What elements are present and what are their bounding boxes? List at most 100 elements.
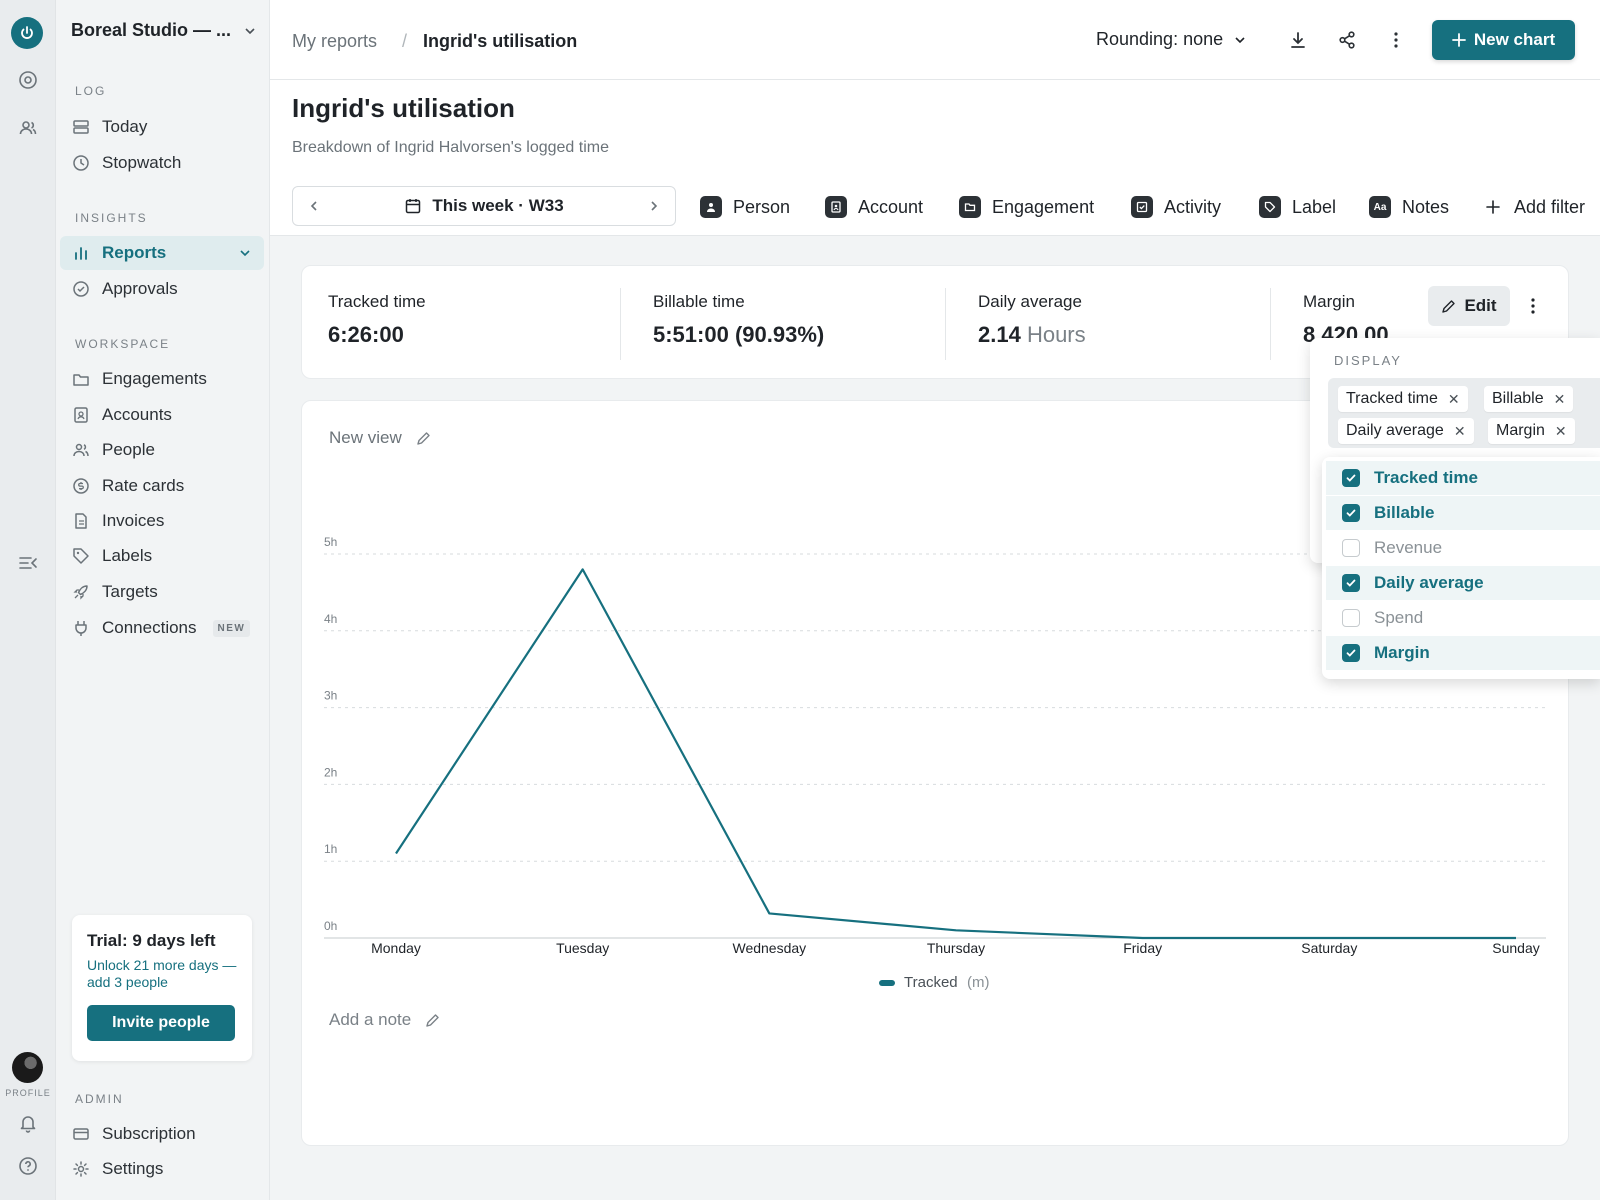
invite-people-button[interactable]: Invite people <box>87 1005 235 1041</box>
chip-billable[interactable]: Billable ✕ <box>1484 386 1574 412</box>
rocket-icon <box>72 583 90 601</box>
credit-card-icon <box>72 1125 90 1143</box>
close-icon[interactable]: ✕ <box>1454 423 1466 440</box>
selected-metrics-chips[interactable]: Tracked time ✕ Billable ✕ Daily average ✕ M… <box>1328 378 1600 448</box>
help-icon[interactable] <box>12 1150 44 1182</box>
edit-metrics-button[interactable]: Edit <box>1428 286 1510 326</box>
tag-icon <box>1259 196 1281 218</box>
sidebar-item-rate-cards[interactable]: Rate cards <box>60 469 264 503</box>
folder-icon <box>959 196 981 218</box>
sidebar-item-targets[interactable]: Targets <box>60 575 264 609</box>
person-icon <box>700 196 722 218</box>
x-tick-label: Saturday <box>1301 940 1357 956</box>
bell-icon[interactable] <box>12 1107 44 1139</box>
more-vertical-icon[interactable] <box>1523 293 1543 319</box>
download-icon[interactable] <box>1285 27 1311 53</box>
share-icon[interactable] <box>1334 27 1360 53</box>
legend-unit: (m) <box>967 974 990 991</box>
checkbox-icon[interactable] <box>1342 539 1360 557</box>
avatar[interactable] <box>12 1052 43 1083</box>
metric-daily-average: Daily average 2.14 Hours <box>978 292 1086 347</box>
close-icon[interactable]: ✕ <box>1555 423 1567 440</box>
display-option-revenue[interactable]: Revenue <box>1326 531 1600 565</box>
filter-engagement[interactable]: Engagement <box>959 194 1094 220</box>
text-format-icon: Aa <box>1369 196 1391 218</box>
section-workspace-label: WORKSPACE <box>75 337 171 351</box>
breadcrumb-current: Ingrid's utilisation <box>423 31 578 51</box>
new-chart-button[interactable]: New chart <box>1432 20 1575 60</box>
checkbox-checked-icon[interactable] <box>1342 574 1360 592</box>
chevron-left-icon[interactable] <box>307 199 321 213</box>
chevron-down-icon <box>238 246 252 260</box>
trial-description: Unlock 21 more days — add 3 people <box>87 957 237 990</box>
metric-billable-time: Billable time 5:51:00 (90.93%) <box>653 292 825 347</box>
add-note-label: Add a note <box>329 1010 412 1029</box>
page-title: Ingrid's utilisation <box>292 93 515 123</box>
target-icon[interactable] <box>12 64 44 96</box>
pencil-icon[interactable] <box>425 1013 440 1028</box>
metric-divider <box>1270 288 1271 360</box>
checkbox-checked-icon[interactable] <box>1342 504 1360 522</box>
workspace-switcher[interactable]: Boreal Studio — ... <box>71 20 257 41</box>
filter-notes[interactable]: Aa Notes <box>1369 194 1449 220</box>
chip-margin[interactable]: Margin ✕ <box>1488 418 1575 444</box>
more-vertical-icon[interactable] <box>1383 27 1409 53</box>
checkbox-checked-icon[interactable] <box>1342 469 1360 487</box>
chip-tracked-time[interactable]: Tracked time ✕ <box>1338 386 1468 412</box>
y-tick-label: 4h <box>324 612 337 626</box>
sidebar-item-stopwatch[interactable]: Stopwatch <box>60 146 264 180</box>
sidebar-item-invoices[interactable]: Invoices <box>60 504 264 538</box>
sidebar-item-connections[interactable]: Connections NEW <box>60 611 264 645</box>
sidebar-item-subscription[interactable]: Subscription <box>60 1117 264 1151</box>
sidebar-item-settings[interactable]: Settings <box>60 1152 264 1186</box>
power-icon[interactable] <box>11 17 43 49</box>
display-option-margin[interactable]: Margin <box>1326 636 1600 670</box>
chevron-right-icon[interactable] <box>647 199 661 213</box>
filter-person[interactable]: Person <box>700 194 790 220</box>
display-option-billable[interactable]: Billable <box>1326 496 1600 530</box>
folder-icon <box>72 370 90 388</box>
collapse-sidebar-icon[interactable] <box>12 547 44 579</box>
add-filter-button[interactable]: Add filter <box>1486 194 1585 220</box>
filter-label[interactable]: Label <box>1259 194 1336 220</box>
breadcrumb-root[interactable]: My reports <box>292 31 377 52</box>
metric-divider <box>620 288 621 360</box>
checkbox-icon[interactable] <box>1342 609 1360 627</box>
chevron-down-icon <box>243 24 257 38</box>
legend-swatch <box>879 980 895 986</box>
sidebar-item-people[interactable]: People <box>60 433 264 467</box>
filter-account[interactable]: Account <box>825 194 923 220</box>
checkbox-checked-icon[interactable] <box>1342 644 1360 662</box>
display-label: DISPLAY <box>1334 353 1402 368</box>
section-admin-label: ADMIN <box>75 1092 124 1106</box>
sidebar-item-today[interactable]: Today <box>60 110 264 144</box>
checkbox-icon <box>1131 196 1153 218</box>
calendar-icon <box>404 197 422 215</box>
team-icon[interactable] <box>12 112 44 144</box>
close-icon[interactable]: ✕ <box>1554 391 1566 408</box>
close-icon[interactable]: ✕ <box>1448 391 1460 408</box>
rounding-select[interactable]: Rounding: none <box>1096 29 1247 50</box>
display-option-spend[interactable]: Spend <box>1326 601 1600 635</box>
sidebar-item-reports[interactable]: Reports <box>60 236 264 270</box>
sidebar-item-accounts[interactable]: Accounts <box>60 398 264 432</box>
sidebar-item-approvals[interactable]: Approvals <box>60 272 264 306</box>
people-icon <box>72 441 90 459</box>
gear-icon <box>72 1160 90 1178</box>
display-option-daily-average[interactable]: Daily average <box>1326 566 1600 600</box>
chip-daily-average[interactable]: Daily average ✕ <box>1338 418 1474 444</box>
filter-activity[interactable]: Activity <box>1131 194 1221 220</box>
section-insights-label: INSIGHTS <box>75 211 148 225</box>
x-tick-label: Monday <box>371 940 421 956</box>
trial-title: Trial: 9 days left <box>87 931 216 950</box>
tag-icon <box>72 547 90 565</box>
date-range-picker[interactable]: This week · W33 <box>292 186 676 226</box>
check-circle-icon <box>72 280 90 298</box>
x-tick-label: Wednesday <box>732 940 806 956</box>
plus-icon <box>1486 200 1500 214</box>
breadcrumb-separator: / <box>402 31 408 51</box>
sidebar-item-engagements[interactable]: Engagements <box>60 362 264 396</box>
display-option-tracked-time[interactable]: Tracked time <box>1326 461 1600 495</box>
sidebar-item-labels[interactable]: Labels <box>60 539 264 573</box>
add-note[interactable]: Add a note <box>329 1010 440 1030</box>
